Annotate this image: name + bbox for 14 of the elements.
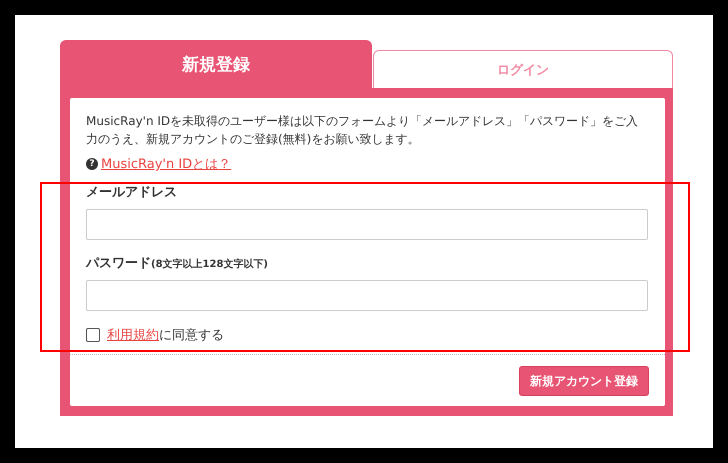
agree-label: 利用規約に同意する — [107, 327, 224, 344]
help-link[interactable]: MusicRay'n IDとは？ — [101, 155, 232, 173]
terms-link[interactable]: 利用規約 — [107, 328, 159, 343]
field-label: メールアドレス — [86, 184, 177, 201]
help-icon: ? — [86, 158, 98, 170]
input-field[interactable] — [86, 280, 648, 311]
field-label: パスワード — [86, 255, 151, 272]
register-button[interactable]: 新規アカウント登録 — [519, 366, 649, 396]
field-note: (8文字以上128文字以下) — [151, 257, 268, 271]
tab[interactable]: ログイン — [373, 50, 673, 88]
intro-text: MusicRay'n IDを未取得のユーザー様は以下のフォームより「メールアドレス」「パスワード」をご入力のうえ、新規アカウントのご登録(無料)をお願い致します。 — [86, 113, 639, 148]
input-field[interactable] — [86, 209, 648, 240]
tab[interactable]: 新規登録 — [60, 40, 372, 88]
agree-checkbox[interactable] — [86, 328, 100, 342]
